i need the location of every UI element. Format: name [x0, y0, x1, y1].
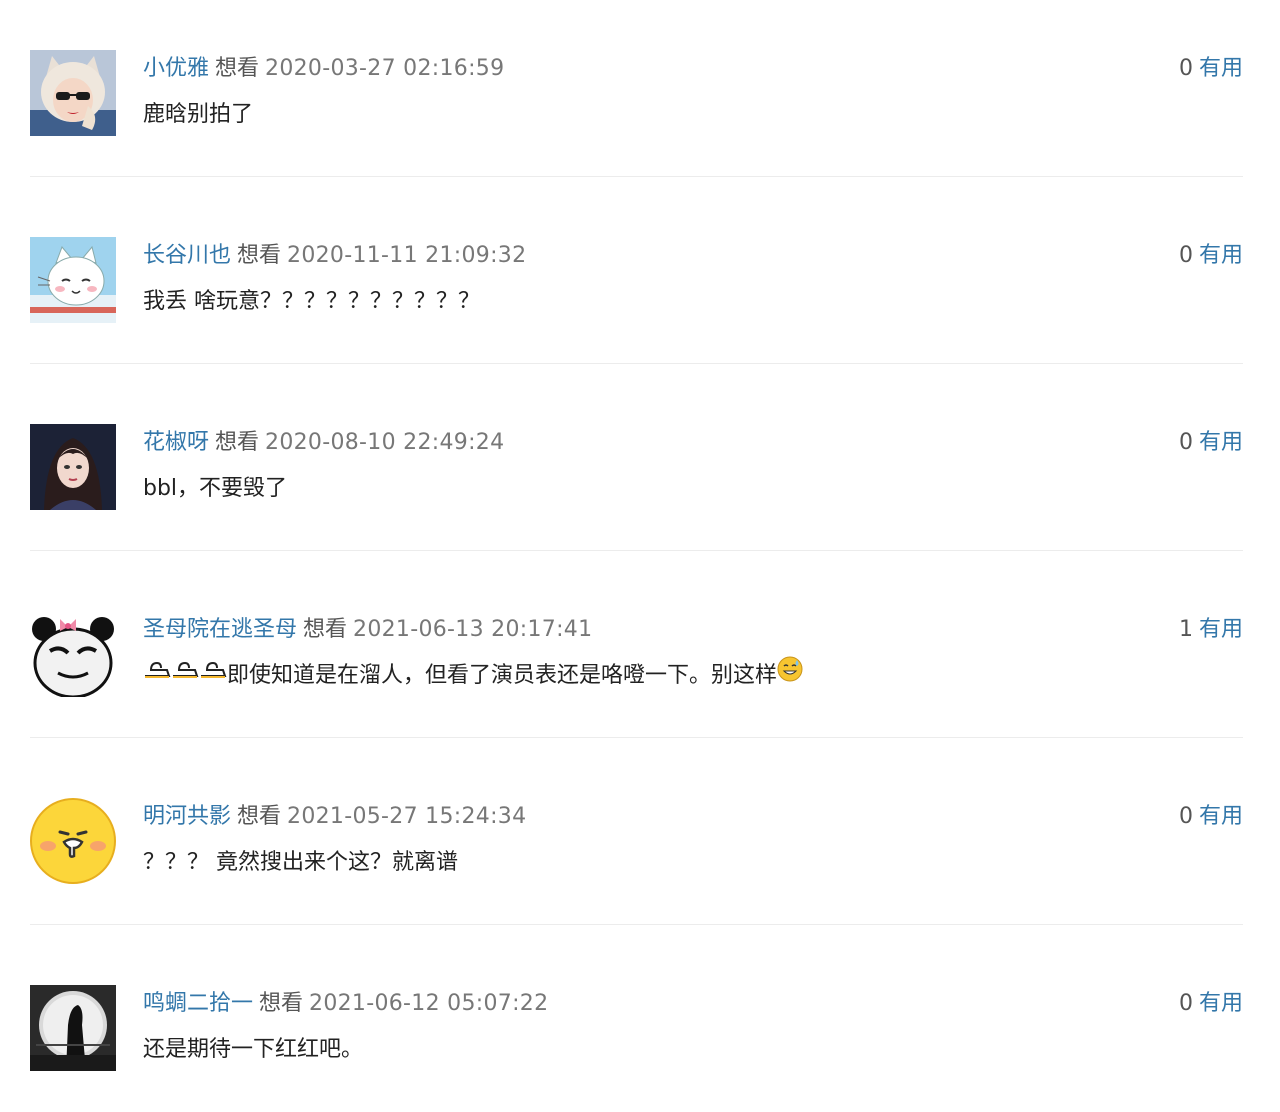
- useful-vote-button[interactable]: 有用: [1199, 243, 1243, 268]
- comment-item: 明河共影 想看 2021-05-27 15:24:34 0 有用 ？？？ 竟然搜出来个…: [0, 748, 1280, 935]
- comment-text-body: 即使知道是在溜人，但看了演员表还是咯噔一下。别这样: [227, 663, 778, 688]
- rating-label: 想看: [215, 56, 260, 81]
- comment-item: 花椒呀 想看 2020-08-10 22:49:24 0 有用 bbl，不要毁了: [0, 374, 1280, 561]
- comment-meta: 小优雅 想看 2020-03-27 02:16:59: [143, 52, 504, 86]
- useful-count: 0: [1178, 991, 1193, 1016]
- useful-count: 0: [1178, 804, 1193, 829]
- username-link[interactable]: 明河共影: [143, 804, 231, 829]
- useful-vote-button[interactable]: 有用: [1199, 804, 1243, 829]
- useful-count: 0: [1178, 243, 1193, 268]
- yellow-emoji-avatar-icon[interactable]: [30, 798, 116, 884]
- useful-vote-button[interactable]: 有用: [1199, 430, 1243, 455]
- comment-text: 还是期待一下红红吧。: [143, 1037, 364, 1062]
- useful-counter: 0 有用: [1179, 987, 1243, 1021]
- username-link[interactable]: 圣母院在逃圣母: [143, 617, 297, 642]
- comment-item: 长谷川也 想看 2020-11-11 21:09:32 0 有用 我丢 啥玩意？？？？…: [0, 187, 1280, 374]
- rating-label: 想看: [259, 991, 304, 1016]
- useful-vote-button[interactable]: 有用: [1199, 617, 1243, 642]
- comment-time: 2021-06-13 20:17:41: [353, 617, 593, 642]
- girl-in-cat-hood-avatar-icon[interactable]: [30, 50, 116, 136]
- useful-vote-button[interactable]: 有用: [1199, 991, 1243, 1016]
- useful-vote-button[interactable]: 有用: [1199, 56, 1243, 81]
- username-link[interactable]: 长谷川也: [143, 243, 231, 268]
- comment-time: 2020-11-11 21:09:32: [287, 243, 527, 268]
- useful-counter: 0 有用: [1179, 800, 1243, 834]
- toilet-emoji-icon: [171, 657, 199, 691]
- comment-text: 即使知道是在溜人，但看了演员表还是咯噔一下。别这样: [143, 656, 803, 693]
- divider: [30, 737, 1243, 738]
- username-link[interactable]: 小优雅: [143, 56, 209, 81]
- username-link[interactable]: 鸣蜩二拾一: [143, 991, 253, 1016]
- useful-count: 1: [1178, 617, 1193, 642]
- divider: [30, 363, 1243, 364]
- comment-item: 鸣蜩二拾一 想看 2021-06-12 05:07:22 0 有用 还是期待一下红红吧…: [0, 935, 1280, 1112]
- divider: [30, 550, 1243, 551]
- toilet-emoji-icon: [199, 657, 227, 691]
- comment-time: 2020-03-27 02:16:59: [265, 56, 505, 81]
- grin-sweat-emoji-icon: [777, 656, 803, 693]
- woman-portrait-avatar-icon[interactable]: [30, 424, 116, 510]
- toilet-emoji-icon: [143, 657, 171, 691]
- comment-item: 小优雅 想看 2020-03-27 02:16:59 0 有用 鹿晗别拍了: [0, 0, 1280, 187]
- username-link[interactable]: 花椒呀: [143, 430, 209, 455]
- comment-text: bbl，不要毁了: [143, 476, 288, 501]
- comment-text: 鹿晗别拍了: [143, 102, 254, 127]
- useful-count: 0: [1178, 430, 1193, 455]
- comment-meta: 长谷川也 想看 2020-11-11 21:09:32: [143, 239, 526, 273]
- comment-list: 小优雅 想看 2020-03-27 02:16:59 0 有用 鹿晗别拍了 长谷…: [0, 0, 1280, 1112]
- useful-counter: 1 有用: [1179, 613, 1243, 647]
- comment-meta: 花椒呀 想看 2020-08-10 22:49:24: [143, 426, 504, 460]
- comment-text: 我丢 啥玩意？？？？？？？？？？: [143, 289, 480, 314]
- comment-time: 2020-08-10 22:49:24: [265, 430, 505, 455]
- comment-text: ？？？ 竟然搜出来个这？就离谱: [143, 850, 458, 875]
- panda-meme-avatar-icon[interactable]: [30, 611, 116, 697]
- comment-time: 2021-06-12 05:07:22: [309, 991, 549, 1016]
- rating-label: 想看: [303, 617, 348, 642]
- rating-label: 想看: [237, 243, 282, 268]
- comment-item: 圣母院在逃圣母 想看 2021-06-13 20:17:41 1 有用 即使知道是在溜…: [0, 561, 1280, 748]
- useful-counter: 0 有用: [1179, 52, 1243, 86]
- comment-meta: 明河共影 想看 2021-05-27 15:24:34: [143, 800, 526, 834]
- useful-count: 0: [1178, 56, 1193, 81]
- useful-counter: 0 有用: [1179, 426, 1243, 460]
- comment-time: 2021-05-27 15:24:34: [287, 804, 527, 829]
- divider: [30, 176, 1243, 177]
- rating-label: 想看: [237, 804, 282, 829]
- dark-silhouette-avatar-icon[interactable]: [30, 985, 116, 1071]
- divider: [30, 924, 1243, 925]
- rating-label: 想看: [215, 430, 260, 455]
- useful-counter: 0 有用: [1179, 239, 1243, 273]
- cartoon-cat-avatar-icon[interactable]: [30, 237, 116, 323]
- comment-meta: 圣母院在逃圣母 想看 2021-06-13 20:17:41: [143, 613, 592, 647]
- comment-meta: 鸣蜩二拾一 想看 2021-06-12 05:07:22: [143, 987, 548, 1021]
